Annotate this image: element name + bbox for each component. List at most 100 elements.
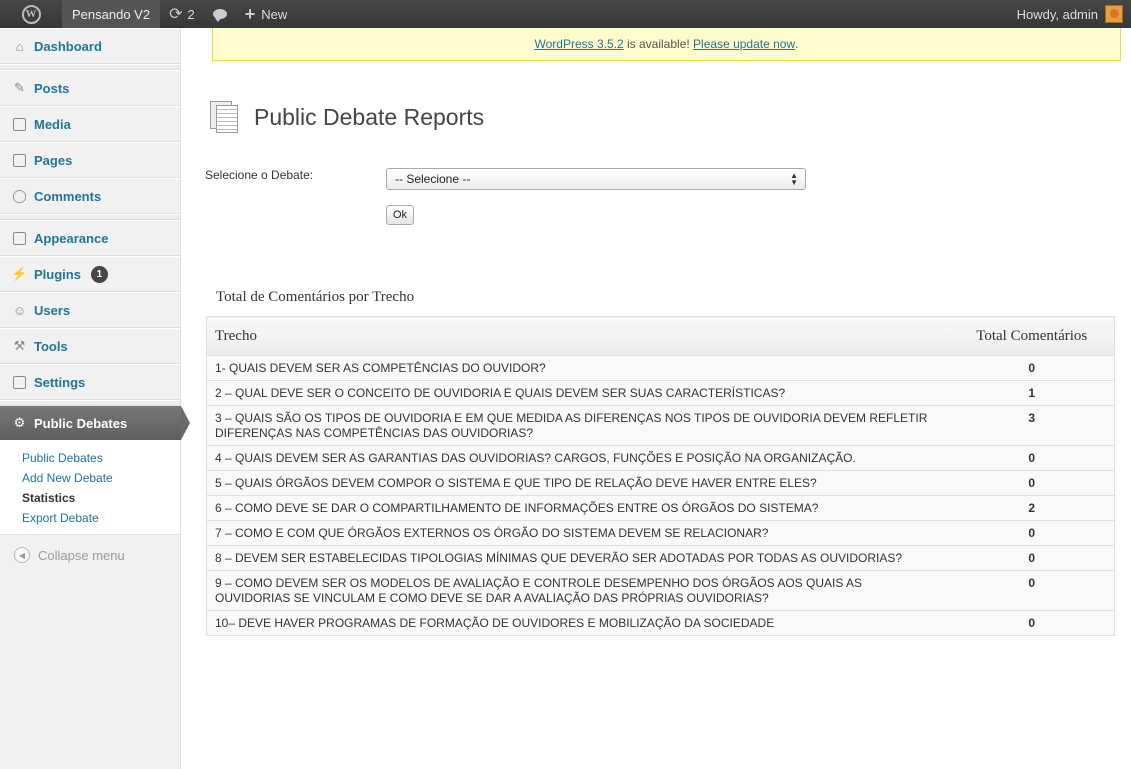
site-name-link[interactable]: Pensando V2 — [62, 0, 161, 28]
table-row: 8 – DEVEM SER ESTABELECIDAS TIPOLOGIAS M… — [206, 545, 1115, 571]
comments-link[interactable] — [204, 0, 236, 28]
total-cell: 0 — [949, 470, 1115, 496]
total-cell: 0 — [949, 445, 1115, 471]
trecho-cell: 8 – DEVEM SER ESTABELECIDAS TIPOLOGIAS M… — [206, 545, 950, 571]
debate-select-label: Selecione o Debate: — [205, 168, 314, 182]
comments-report-table: Trecho Total Comentários 1- QUAIS DEVEM … — [206, 316, 1115, 636]
settings-icon — [12, 375, 27, 390]
table-row: 7 – COMO E COM QUE ÓRGÃOS EXTERNOS OS ÓR… — [206, 520, 1115, 546]
submenu-export-debate[interactable]: Export Debate — [0, 508, 180, 528]
pin-icon: ✎ — [14, 80, 25, 95]
new-label: New — [261, 6, 288, 22]
trecho-cell: 10– DEVE HAVER PROGRAMAS DE FORMAÇÃO DE … — [206, 610, 950, 636]
sidebar-item-label: Pages — [34, 152, 73, 168]
sidebar-item-pages[interactable]: Pages — [0, 142, 180, 178]
table-row: 4 – QUAIS DEVEM SER AS GARANTIAS DAS OUV… — [206, 445, 1115, 471]
sidebar-item-tools[interactable]: ⚒ Tools — [0, 328, 180, 364]
total-cell: 0 — [949, 545, 1115, 571]
plugins-update-badge: 1 — [90, 265, 108, 283]
sidebar-item-posts[interactable]: ✎ Posts — [0, 70, 180, 106]
wordpress-logo-icon: W — [21, 4, 41, 24]
table-row: 2 – QUAL DEVE SER O CONCEITO DE OUVIDORI… — [206, 380, 1115, 406]
avatar — [1105, 5, 1123, 23]
admin-bar: W Pensando V2 ⟳ 2 + New Howdy, admin — [0, 0, 1131, 28]
updates-link[interactable]: ⟳ 2 — [160, 0, 204, 28]
trecho-cell: 5 – QUAIS ÓRGÃOS DEVEM COMPOR O SISTEMA … — [206, 470, 950, 496]
total-cell: 0 — [949, 355, 1115, 381]
sidebar-item-comments[interactable]: ◯ Comments — [0, 178, 180, 214]
sidebar-item-label: Dashboard — [34, 38, 102, 54]
collapse-arrow-icon: ◀ — [14, 547, 30, 563]
report-caption: Total de Comentários por Trecho — [216, 289, 415, 305]
wordpress-menu[interactable]: W — [0, 0, 62, 28]
trecho-cell: 6 – COMO DEVE SE DAR O COMPARTILHAMENTO … — [206, 495, 950, 521]
table-row: 3 – QUAIS SÃO OS TIPOS DE OUVIDORIA E EM… — [206, 405, 1115, 446]
select-arrows-icon: ▲ ▼ — [790, 171, 798, 187]
column-header-trecho: Trecho — [206, 316, 950, 356]
total-cell: 3 — [949, 405, 1115, 446]
plugin-icon: ⚡ — [11, 266, 28, 281]
tools-icon: ⚒ — [13, 338, 26, 353]
greeting: Howdy, admin — [1016, 6, 1098, 22]
sidebar-item-label: Users — [34, 302, 71, 318]
trecho-cell: 9 – COMO DEVEM SER OS MODELOS DE AVALIAÇ… — [206, 570, 950, 611]
sidebar-item-users[interactable]: ☺ Users — [0, 292, 180, 328]
sidebar-item-label: Comments — [34, 188, 102, 204]
sidebar-item-label: Settings — [34, 374, 86, 390]
wordpress-version-link[interactable]: WordPress 3.5.2 — [535, 37, 624, 51]
notice-text: is available! — [623, 37, 694, 51]
home-icon: ⌂ — [15, 38, 24, 54]
submenu-statistics[interactable]: Statistics — [0, 488, 180, 508]
collapse-menu-button[interactable]: ◀ Collapse menu — [0, 535, 180, 563]
update-notice: WordPress 3.5.2 is available! Please upd… — [212, 28, 1121, 61]
trecho-cell: 2 – QUAL DEVE SER O CONCEITO DE OUVIDORI… — [206, 380, 950, 406]
sidebar-item-appearance[interactable]: Appearance — [0, 220, 180, 256]
total-cell: 2 — [949, 495, 1115, 521]
public-debates-submenu: Public Debates Add New Debate Statistics… — [0, 440, 180, 535]
sidebar-item-settings[interactable]: Settings — [0, 364, 180, 400]
refresh-icon: ⟳ — [169, 6, 183, 23]
debate-select-value: -- Selecione -- — [395, 172, 471, 186]
total-cell: 0 — [949, 570, 1115, 611]
sidebar-item-dashboard[interactable]: ⌂ Dashboard — [0, 28, 180, 64]
updates-count: 2 — [187, 6, 195, 22]
admin-sidebar: ⌂ Dashboard ✎ Posts Media Pages ◯ Commen… — [0, 28, 190, 769]
trecho-cell: 3 – QUAIS SÃO OS TIPOS DE OUVIDORIA E EM… — [206, 405, 950, 446]
comment-icon: ◯ — [12, 188, 27, 203]
sidebar-item-label: Plugins — [34, 266, 81, 282]
notice-end: . — [795, 37, 799, 51]
site-name: Pensando V2 — [72, 6, 151, 22]
sidebar-item-label: Posts — [34, 80, 70, 96]
gear-icon: ⚙ — [13, 415, 26, 430]
debate-select[interactable]: -- Selecione -- ▲ ▼ — [386, 168, 806, 190]
sidebar-item-label: Appearance — [34, 230, 109, 246]
submenu-public-debates[interactable]: Public Debates — [0, 448, 180, 468]
table-row: 9 – COMO DEVEM SER OS MODELOS DE AVALIAÇ… — [206, 570, 1115, 611]
sidebar-item-label: Media — [34, 116, 71, 132]
total-cell: 1 — [949, 380, 1115, 406]
table-row: 1- QUAIS DEVEM SER AS COMPETÊNCIAS DO OU… — [206, 355, 1115, 381]
trecho-cell: 4 – QUAIS DEVEM SER AS GARANTIAS DAS OUV… — [206, 445, 950, 471]
collapse-menu-label: Collapse menu — [38, 547, 125, 563]
ok-button[interactable]: Ok — [386, 205, 415, 225]
media-icon — [12, 117, 27, 132]
pages-icon — [210, 101, 240, 133]
column-header-total: Total Comentários — [949, 316, 1115, 356]
new-content-button[interactable]: + New — [236, 0, 297, 28]
table-row: 6 – COMO DEVE SE DAR O COMPARTILHAMENTO … — [206, 495, 1115, 521]
page-title: Public Debate Reports — [254, 103, 485, 130]
pages-icon — [12, 153, 27, 168]
submenu-add-new-debate[interactable]: Add New Debate — [0, 468, 180, 488]
sidebar-item-label: Public Debates — [34, 415, 128, 431]
update-now-link[interactable]: Please update now — [693, 37, 795, 51]
users-icon: ☺ — [12, 302, 27, 318]
appearance-icon — [12, 231, 27, 246]
table-row: 10– DEVE HAVER PROGRAMAS DE FORMAÇÃO DE … — [206, 610, 1115, 636]
main-content: WordPress 3.5.2 is available! Please upd… — [182, 28, 1131, 769]
sidebar-item-media[interactable]: Media — [0, 106, 180, 142]
page-header: Public Debate Reports — [210, 101, 484, 133]
total-cell: 0 — [949, 610, 1115, 636]
sidebar-item-plugins[interactable]: ⚡ Plugins 1 — [0, 256, 180, 292]
sidebar-item-public-debates[interactable]: ⚙ Public Debates — [0, 406, 190, 440]
account-menu[interactable]: Howdy, admin — [1008, 0, 1131, 28]
